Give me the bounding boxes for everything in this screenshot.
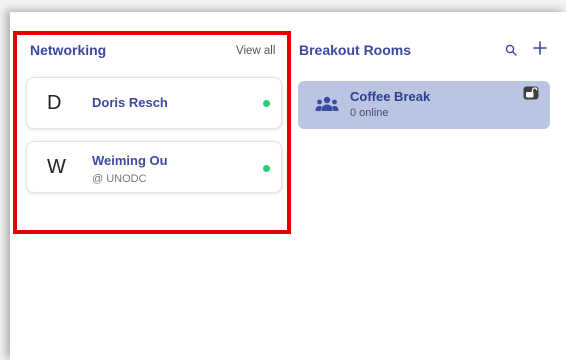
person-organization: @ UNODC [92, 173, 147, 185]
online-status-dot [263, 165, 270, 172]
online-status-dot [263, 100, 270, 107]
unlock-icon[interactable] [523, 86, 539, 105]
search-icon[interactable] [505, 43, 517, 61]
avatar-initial: D [47, 92, 62, 114]
people-group-icon [315, 96, 339, 117]
networking-title: Networking [30, 42, 107, 58]
room-name: Coffee Break [350, 89, 431, 104]
view-all-link[interactable]: View all [236, 45, 275, 57]
person-card-doris[interactable]: D Doris Resch [26, 77, 282, 129]
room-online-count: 0 online [350, 107, 389, 119]
room-card-coffee-break[interactable]: Coffee Break 0 online [298, 81, 550, 129]
person-card-weiming[interactable]: W Weiming Ou @ UNODC [26, 141, 282, 193]
add-room-icon[interactable] [533, 41, 547, 60]
person-name: Doris Resch [92, 95, 168, 110]
avatar-initial: W [47, 156, 66, 178]
person-name: Weiming Ou [92, 153, 168, 168]
breakout-rooms-title: Breakout Rooms [299, 42, 412, 58]
